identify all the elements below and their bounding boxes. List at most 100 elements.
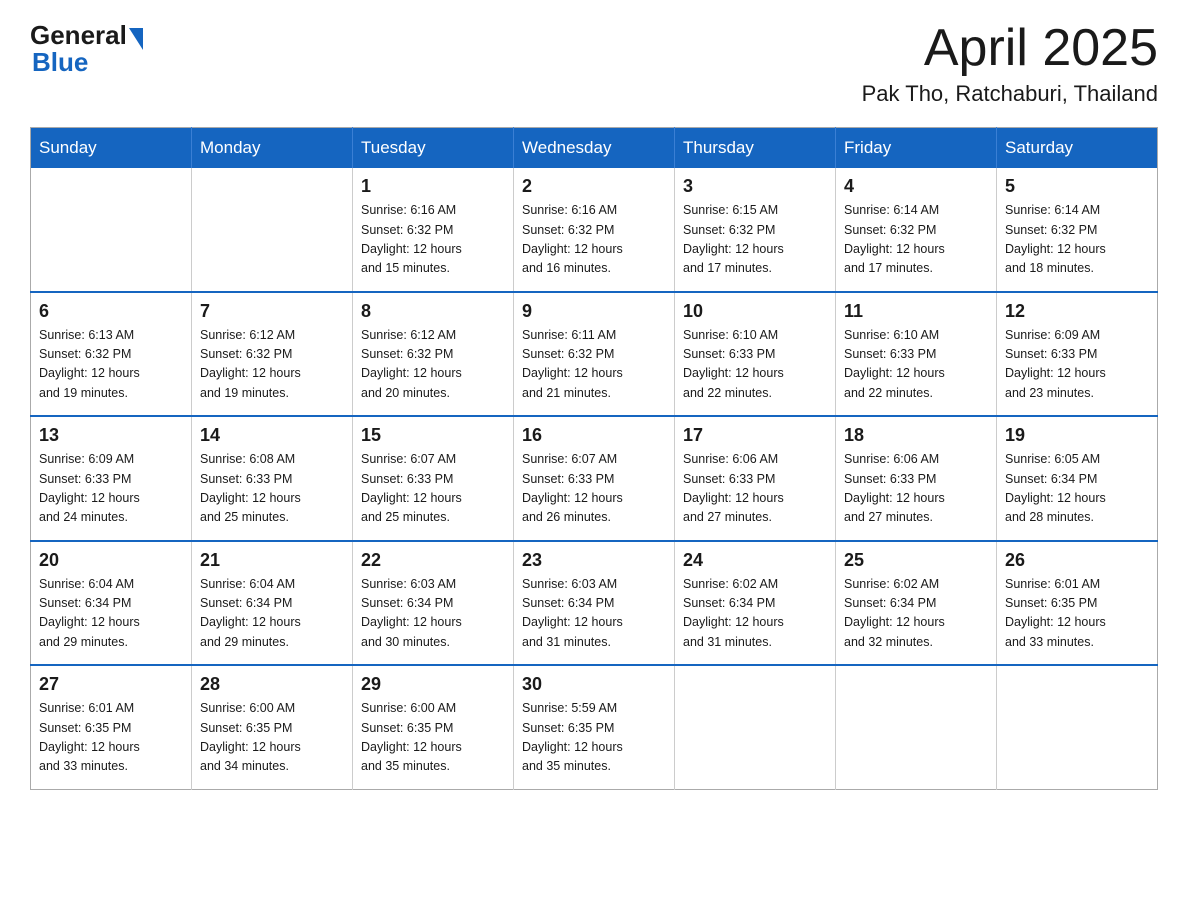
day-info: Sunrise: 6:10 AM Sunset: 6:33 PM Dayligh… — [683, 326, 827, 404]
day-number: 21 — [200, 550, 344, 571]
day-info: Sunrise: 6:00 AM Sunset: 6:35 PM Dayligh… — [200, 699, 344, 777]
day-info: Sunrise: 6:16 AM Sunset: 6:32 PM Dayligh… — [361, 201, 505, 279]
day-number: 19 — [1005, 425, 1149, 446]
calendar-cell: 7 Sunrise: 6:12 AM Sunset: 6:32 PM Daylig… — [192, 292, 353, 417]
day-info: Sunrise: 6:11 AM Sunset: 6:32 PM Dayligh… — [522, 326, 666, 404]
calendar-week-row: 6 Sunrise: 6:13 AM Sunset: 6:32 PM Daylig… — [31, 292, 1158, 417]
day-number: 20 — [39, 550, 183, 571]
day-number: 9 — [522, 301, 666, 322]
calendar-cell: 12 Sunrise: 6:09 AM Sunset: 6:33 PM Dayli… — [997, 292, 1158, 417]
day-info: Sunrise: 6:07 AM Sunset: 6:33 PM Dayligh… — [361, 450, 505, 528]
calendar-cell: 28 Sunrise: 6:00 AM Sunset: 6:35 PM Dayli… — [192, 665, 353, 789]
day-number: 23 — [522, 550, 666, 571]
page-header: General Blue April 2025 Pak Tho, Ratchab… — [30, 20, 1158, 107]
logo-blue-text: Blue — [32, 47, 88, 78]
day-number: 12 — [1005, 301, 1149, 322]
month-title: April 2025 — [862, 20, 1158, 77]
day-number: 3 — [683, 176, 827, 197]
calendar-day-header: Sunday — [31, 128, 192, 169]
calendar-cell — [997, 665, 1158, 789]
day-info: Sunrise: 6:06 AM Sunset: 6:33 PM Dayligh… — [844, 450, 988, 528]
day-info: Sunrise: 6:01 AM Sunset: 6:35 PM Dayligh… — [39, 699, 183, 777]
calendar-header-row: SundayMondayTuesdayWednesdayThursdayFrid… — [31, 128, 1158, 169]
day-info: Sunrise: 6:12 AM Sunset: 6:32 PM Dayligh… — [200, 326, 344, 404]
logo: General Blue — [30, 20, 143, 78]
day-info: Sunrise: 6:01 AM Sunset: 6:35 PM Dayligh… — [1005, 575, 1149, 653]
day-number: 18 — [844, 425, 988, 446]
day-number: 27 — [39, 674, 183, 695]
day-number: 26 — [1005, 550, 1149, 571]
day-info: Sunrise: 5:59 AM Sunset: 6:35 PM Dayligh… — [522, 699, 666, 777]
calendar-cell: 11 Sunrise: 6:10 AM Sunset: 6:33 PM Dayli… — [836, 292, 997, 417]
day-info: Sunrise: 6:14 AM Sunset: 6:32 PM Dayligh… — [844, 201, 988, 279]
calendar-week-row: 27 Sunrise: 6:01 AM Sunset: 6:35 PM Dayli… — [31, 665, 1158, 789]
day-info: Sunrise: 6:03 AM Sunset: 6:34 PM Dayligh… — [522, 575, 666, 653]
calendar-cell: 8 Sunrise: 6:12 AM Sunset: 6:32 PM Daylig… — [353, 292, 514, 417]
calendar-cell: 10Sunrise: 6:10 AM Sunset: 6:33 PM Dayli… — [675, 292, 836, 417]
day-number: 4 — [844, 176, 988, 197]
day-info: Sunrise: 6:10 AM Sunset: 6:33 PM Dayligh… — [844, 326, 988, 404]
day-number: 16 — [522, 425, 666, 446]
calendar-cell: 13 Sunrise: 6:09 AM Sunset: 6:33 PM Dayli… — [31, 416, 192, 541]
day-number: 13 — [39, 425, 183, 446]
location-title: Pak Tho, Ratchaburi, Thailand — [862, 81, 1158, 107]
calendar-cell: 30 Sunrise: 5:59 AM Sunset: 6:35 PM Dayli… — [514, 665, 675, 789]
title-section: April 2025 Pak Tho, Ratchaburi, Thailand — [862, 20, 1158, 107]
calendar-cell: 19 Sunrise: 6:05 AM Sunset: 6:34 PM Dayli… — [997, 416, 1158, 541]
day-info: Sunrise: 6:04 AM Sunset: 6:34 PM Dayligh… — [39, 575, 183, 653]
day-info: Sunrise: 6:09 AM Sunset: 6:33 PM Dayligh… — [1005, 326, 1149, 404]
day-info: Sunrise: 6:02 AM Sunset: 6:34 PM Dayligh… — [844, 575, 988, 653]
day-number: 30 — [522, 674, 666, 695]
day-info: Sunrise: 6:05 AM Sunset: 6:34 PM Dayligh… — [1005, 450, 1149, 528]
calendar-cell — [192, 168, 353, 292]
day-info: Sunrise: 6:13 AM Sunset: 6:32 PM Dayligh… — [39, 326, 183, 404]
calendar-cell: 18 Sunrise: 6:06 AM Sunset: 6:33 PM Dayli… — [836, 416, 997, 541]
day-number: 24 — [683, 550, 827, 571]
calendar-cell: 29Sunrise: 6:00 AM Sunset: 6:35 PM Dayli… — [353, 665, 514, 789]
calendar-week-row: 1 Sunrise: 6:16 AM Sunset: 6:32 PM Daylig… — [31, 168, 1158, 292]
day-number: 28 — [200, 674, 344, 695]
day-info: Sunrise: 6:07 AM Sunset: 6:33 PM Dayligh… — [522, 450, 666, 528]
calendar-cell: 4 Sunrise: 6:14 AM Sunset: 6:32 PM Daylig… — [836, 168, 997, 292]
day-number: 1 — [361, 176, 505, 197]
day-info: Sunrise: 6:04 AM Sunset: 6:34 PM Dayligh… — [200, 575, 344, 653]
day-number: 14 — [200, 425, 344, 446]
day-number: 11 — [844, 301, 988, 322]
calendar-cell — [31, 168, 192, 292]
day-number: 5 — [1005, 176, 1149, 197]
calendar-day-header: Thursday — [675, 128, 836, 169]
logo-triangle-icon — [129, 28, 143, 50]
calendar-day-header: Friday — [836, 128, 997, 169]
calendar-day-header: Wednesday — [514, 128, 675, 169]
day-number: 15 — [361, 425, 505, 446]
calendar-cell: 9 Sunrise: 6:11 AM Sunset: 6:32 PM Daylig… — [514, 292, 675, 417]
calendar-week-row: 13 Sunrise: 6:09 AM Sunset: 6:33 PM Dayli… — [31, 416, 1158, 541]
day-info: Sunrise: 6:12 AM Sunset: 6:32 PM Dayligh… — [361, 326, 505, 404]
day-number: 6 — [39, 301, 183, 322]
day-info: Sunrise: 6:16 AM Sunset: 6:32 PM Dayligh… — [522, 201, 666, 279]
calendar-cell: 6 Sunrise: 6:13 AM Sunset: 6:32 PM Daylig… — [31, 292, 192, 417]
calendar-cell: 21 Sunrise: 6:04 AM Sunset: 6:34 PM Dayli… — [192, 541, 353, 666]
calendar-cell: 14 Sunrise: 6:08 AM Sunset: 6:33 PM Dayli… — [192, 416, 353, 541]
day-info: Sunrise: 6:08 AM Sunset: 6:33 PM Dayligh… — [200, 450, 344, 528]
calendar-cell: 26 Sunrise: 6:01 AM Sunset: 6:35 PM Dayli… — [997, 541, 1158, 666]
day-number: 7 — [200, 301, 344, 322]
calendar-day-header: Saturday — [997, 128, 1158, 169]
day-info: Sunrise: 6:09 AM Sunset: 6:33 PM Dayligh… — [39, 450, 183, 528]
day-info: Sunrise: 6:02 AM Sunset: 6:34 PM Dayligh… — [683, 575, 827, 653]
day-number: 17 — [683, 425, 827, 446]
day-number: 25 — [844, 550, 988, 571]
calendar-table: SundayMondayTuesdayWednesdayThursdayFrid… — [30, 127, 1158, 790]
calendar-cell: 2Sunrise: 6:16 AM Sunset: 6:32 PM Daylig… — [514, 168, 675, 292]
calendar-cell: 3 Sunrise: 6:15 AM Sunset: 6:32 PM Daylig… — [675, 168, 836, 292]
calendar-day-header: Tuesday — [353, 128, 514, 169]
day-number: 8 — [361, 301, 505, 322]
day-info: Sunrise: 6:14 AM Sunset: 6:32 PM Dayligh… — [1005, 201, 1149, 279]
calendar-cell: 17Sunrise: 6:06 AM Sunset: 6:33 PM Dayli… — [675, 416, 836, 541]
day-info: Sunrise: 6:03 AM Sunset: 6:34 PM Dayligh… — [361, 575, 505, 653]
day-info: Sunrise: 6:15 AM Sunset: 6:32 PM Dayligh… — [683, 201, 827, 279]
calendar-week-row: 20 Sunrise: 6:04 AM Sunset: 6:34 PM Dayli… — [31, 541, 1158, 666]
calendar-cell: 1 Sunrise: 6:16 AM Sunset: 6:32 PM Daylig… — [353, 168, 514, 292]
calendar-cell: 24 Sunrise: 6:02 AM Sunset: 6:34 PM Dayli… — [675, 541, 836, 666]
calendar-cell: 20 Sunrise: 6:04 AM Sunset: 6:34 PM Dayli… — [31, 541, 192, 666]
